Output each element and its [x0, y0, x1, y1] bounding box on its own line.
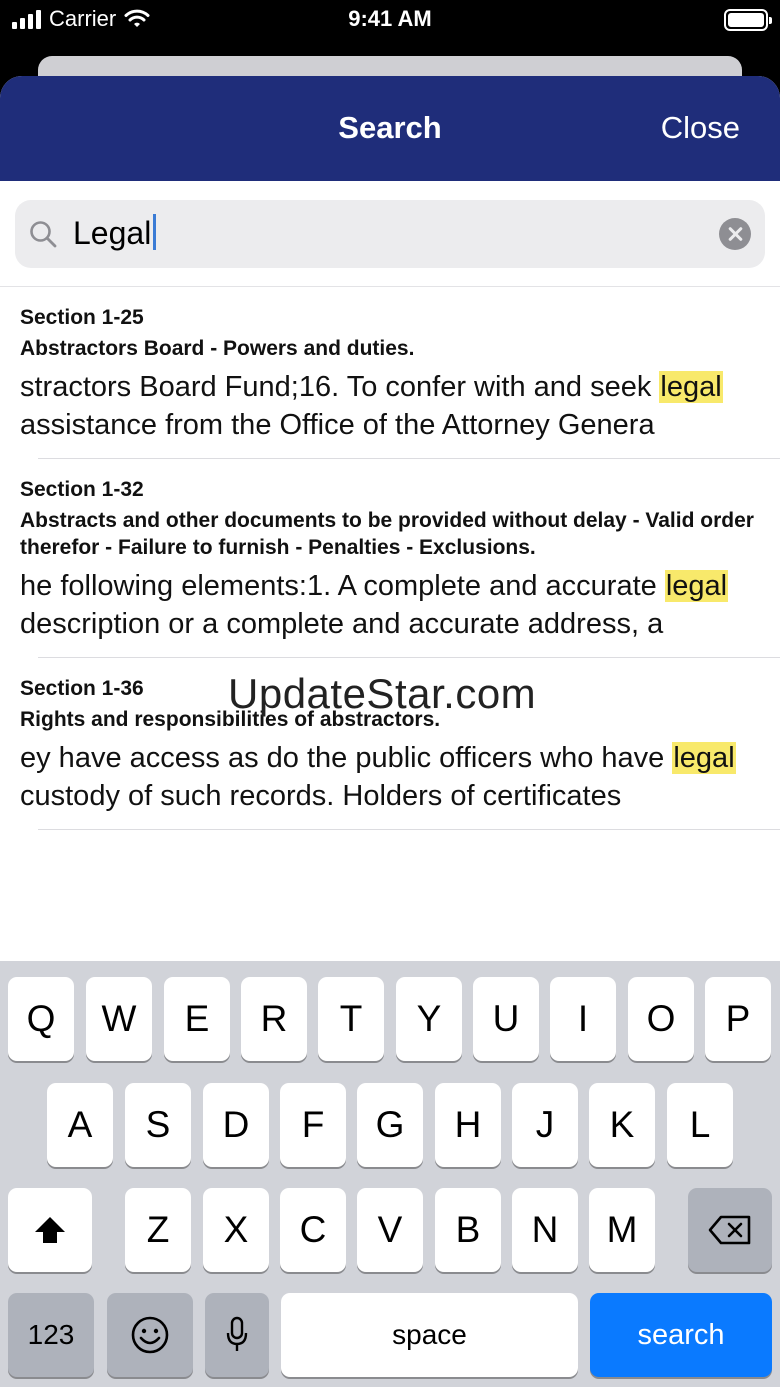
key-r[interactable]: R: [241, 977, 307, 1061]
search-input[interactable]: Legal: [73, 214, 157, 252]
search-field[interactable]: Legal: [15, 200, 765, 268]
key-m[interactable]: M: [589, 1188, 655, 1272]
key-b[interactable]: B: [435, 1188, 501, 1272]
key-q[interactable]: Q: [8, 977, 74, 1061]
status-time: 9:41 AM: [348, 6, 432, 31]
result-item[interactable]: Section 1-25 Abstractors Board - Powers …: [0, 287, 780, 458]
keyboard: Q W E R T Y U I O P A S D F G H J K L Z …: [0, 961, 780, 1387]
key-y[interactable]: Y: [396, 977, 462, 1061]
key-o[interactable]: O: [628, 977, 694, 1061]
key-i[interactable]: I: [550, 977, 616, 1061]
microphone-icon: [226, 1316, 248, 1351]
key-n[interactable]: N: [512, 1188, 578, 1272]
key-g[interactable]: G: [357, 1083, 423, 1167]
key-t[interactable]: T: [318, 977, 384, 1061]
result-item[interactable]: Section 1-32 Abstracts and other documen…: [20, 458, 780, 657]
key-h[interactable]: H: [435, 1083, 501, 1167]
key-v[interactable]: V: [357, 1188, 423, 1272]
text-caret: [153, 214, 157, 250]
results-list: Section 1-25 Abstractors Board - Powers …: [0, 286, 780, 830]
result-title: Abstractors Board - Powers and duties.: [20, 337, 415, 360]
key-u[interactable]: U: [473, 977, 539, 1061]
status-bar: Carrier 9:41 AM: [0, 0, 780, 40]
magnifier-icon: [30, 221, 57, 248]
search-input-value: Legal: [73, 215, 152, 251]
key-w[interactable]: W: [86, 977, 152, 1061]
key-f[interactable]: F: [280, 1083, 346, 1167]
delete-key[interactable]: [688, 1188, 772, 1272]
key-d[interactable]: D: [203, 1083, 269, 1167]
clear-x-circle-icon[interactable]: [719, 218, 751, 250]
key-e[interactable]: E: [164, 977, 230, 1061]
result-title: Abstracts and other documents to be prov…: [20, 509, 754, 559]
backspace-icon: [708, 1215, 751, 1245]
space-key[interactable]: space: [281, 1293, 578, 1377]
divider: [38, 829, 780, 830]
numbers-key[interactable]: 123: [8, 1293, 94, 1377]
search-key[interactable]: search: [590, 1293, 772, 1377]
key-l[interactable]: L: [667, 1083, 733, 1167]
result-section: Section 1-25: [20, 306, 144, 329]
nav-bar: Search Close: [0, 76, 780, 181]
watermark: UpdateStar.com: [228, 670, 537, 717]
key-z[interactable]: Z: [125, 1188, 191, 1272]
search-bar-container: Legal: [0, 181, 780, 268]
key-k[interactable]: K: [589, 1083, 655, 1167]
dictation-key[interactable]: [205, 1293, 269, 1377]
result-snippet: stractors Board Fund;16. To confer with …: [20, 371, 723, 441]
shift-key[interactable]: [8, 1188, 92, 1272]
result-snippet: he following elements:1. A complete and …: [20, 570, 729, 640]
key-a[interactable]: A: [47, 1083, 113, 1167]
key-x[interactable]: X: [203, 1188, 269, 1272]
match-highlight: legal: [664, 570, 729, 602]
result-section: Section 1-32: [20, 478, 144, 501]
result-snippet: ey have access as do the public officers…: [20, 742, 736, 812]
match-highlight: legal: [659, 371, 723, 403]
key-s[interactable]: S: [125, 1083, 191, 1167]
match-highlight: legal: [672, 742, 736, 774]
key-p[interactable]: P: [705, 977, 771, 1061]
shift-arrow-icon: [35, 1217, 65, 1243]
key-j[interactable]: J: [512, 1083, 578, 1167]
close-button[interactable]: Close: [661, 110, 740, 146]
emoji-key[interactable]: [107, 1293, 193, 1377]
emoji-smiley-icon: [131, 1316, 169, 1354]
key-c[interactable]: C: [280, 1188, 346, 1272]
battery-icon: [724, 9, 772, 31]
